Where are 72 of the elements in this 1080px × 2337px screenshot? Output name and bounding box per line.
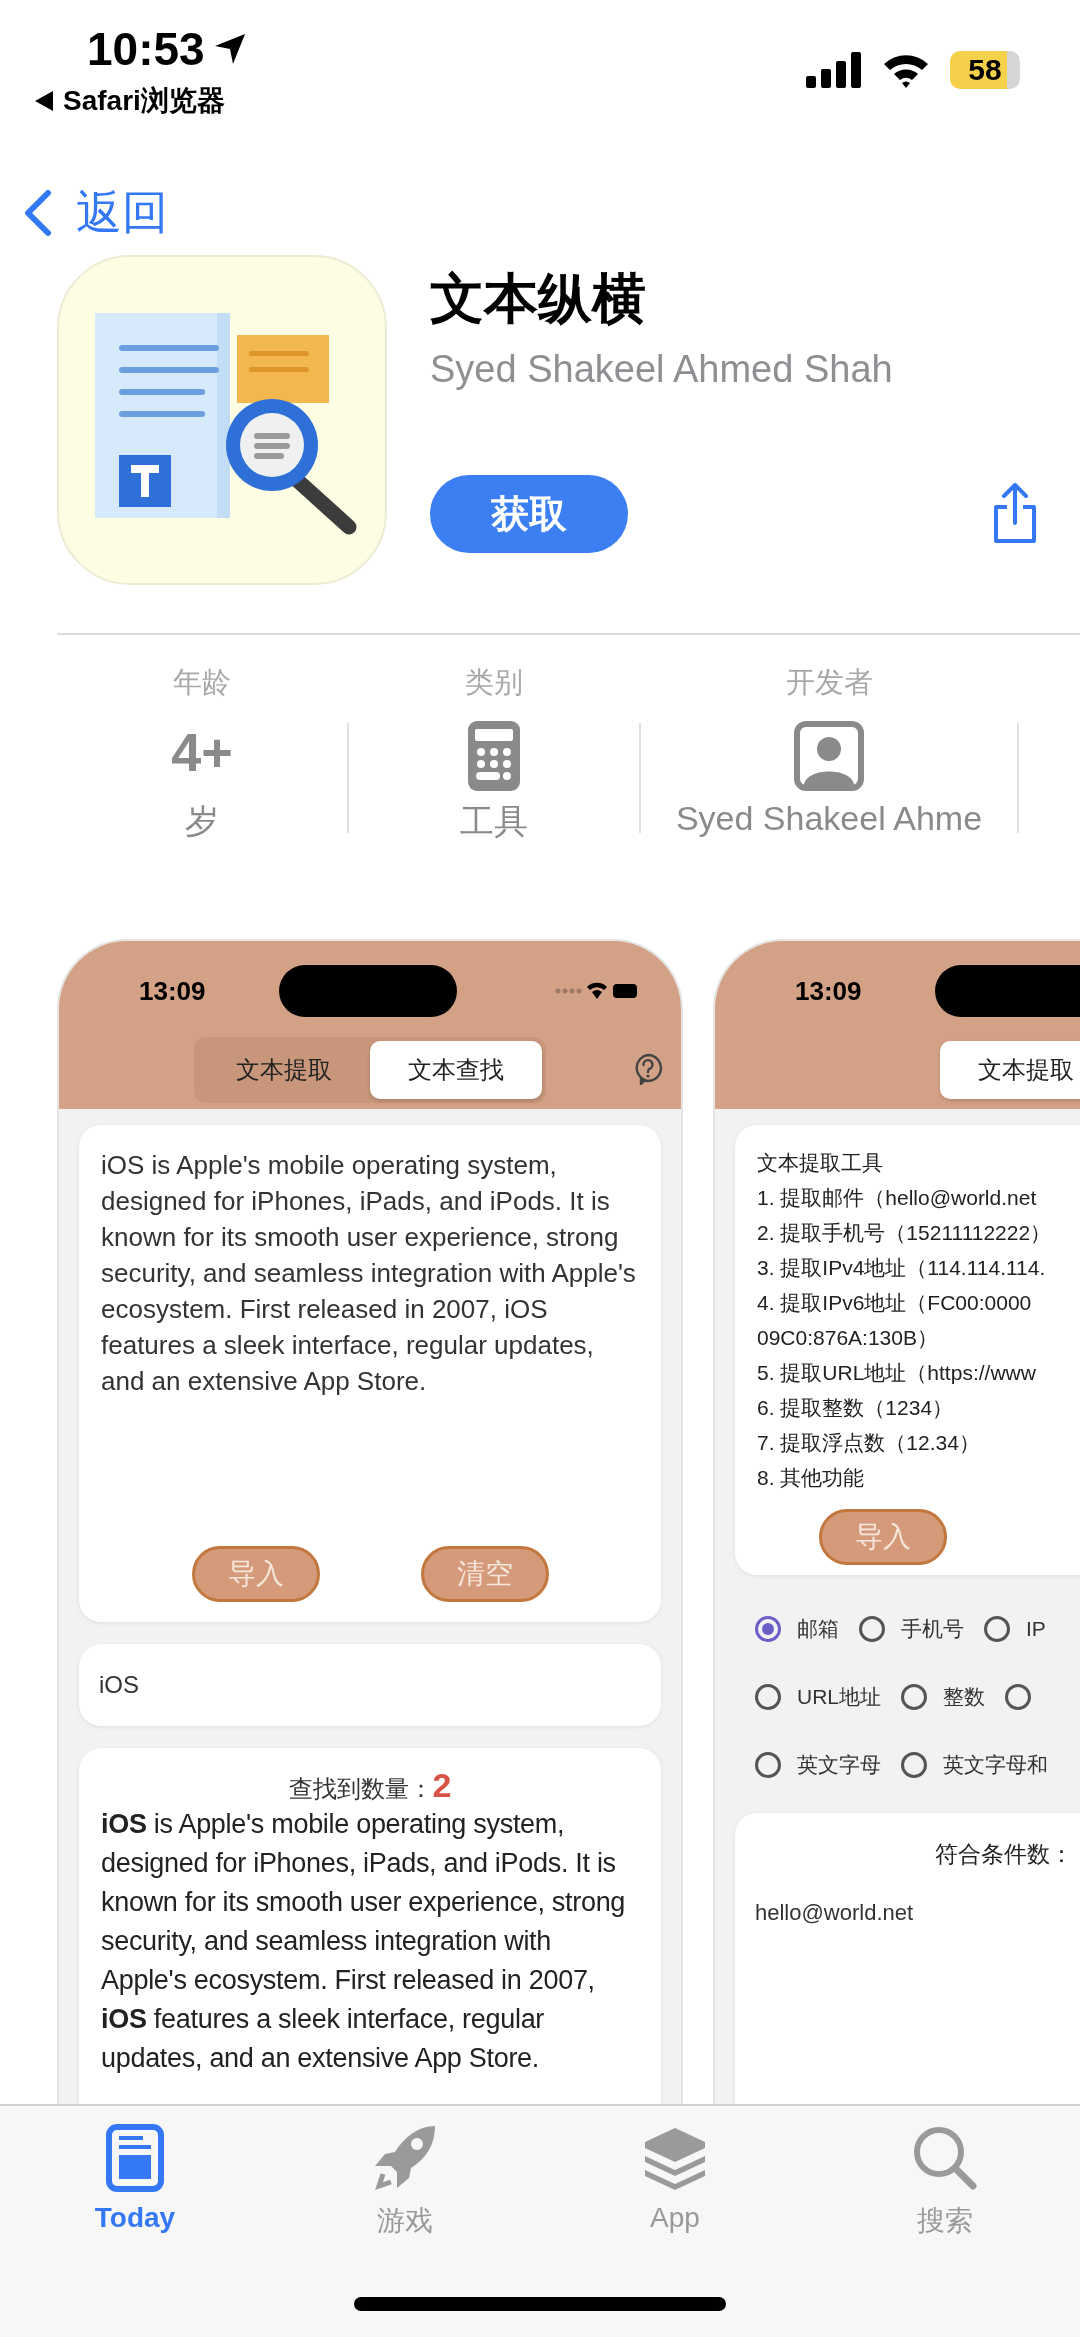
count-value: 2 [432, 1766, 452, 1805]
app-icon [57, 255, 387, 585]
back-button[interactable]: 返回 [24, 181, 168, 244]
radio-label: IP [1026, 1617, 1046, 1641]
wifi-icon [587, 982, 607, 999]
tab-bar-item[interactable]: 游戏 [270, 2106, 540, 2240]
text-line: 4. 提取IPv6地址（FC00:0000 [757, 1290, 1033, 1316]
radio-button[interactable] [1005, 1684, 1031, 1710]
info-label: 年龄 [173, 665, 231, 700]
back-triangle-icon [35, 91, 53, 111]
search-icon[interactable] [911, 2124, 979, 2192]
result-text: iOS is Apple's mobile operating system, designed for iPhones, iPads, and iPods. It is known for its smooth user experience, strong security, and seamless integration with Apple's ecosystem. First released in 2007, iOS features a sleek interface, regular updates, and an extensive App Store. [101, 1808, 627, 2075]
battery-icon: 58 [950, 51, 1020, 89]
radio-button[interactable] [755, 1752, 781, 1778]
dots-icon [555, 988, 582, 994]
text-line: 8. 其他功能 [757, 1465, 866, 1491]
text-line: 5. 提取URL地址（https://www [757, 1360, 1037, 1386]
tan-button[interactable]: 导入 [819, 1509, 947, 1565]
radio-button[interactable] [755, 1684, 781, 1710]
help-icon[interactable] [633, 1053, 663, 1085]
text-line: 文本提取工具 [757, 1150, 884, 1176]
radio-button[interactable] [984, 1616, 1010, 1642]
wifi-icon [882, 52, 930, 88]
today-icon[interactable] [103, 2124, 167, 2192]
phone-time: 13:09 [139, 975, 207, 1007]
text-line: 7. 提取浮点数（12.34） [757, 1430, 981, 1456]
status-time: 10:53 [87, 22, 205, 76]
tab-bar-item[interactable]: Today [0, 2106, 270, 2240]
input-text: iOS is Apple's mobile operating system, designed for iPhones, iPads, and iPods. It is known for its smooth user experience, strong security, and seamless integration with Apple's ecosystem. First released in 2007, iOS features a sleek interface, regular updates, and an extensive App Store. [101, 1149, 637, 1398]
app-screenshot[interactable] [57, 939, 683, 2104]
radio-label: URL地址 [797, 1684, 881, 1710]
radio-label: 整数 [943, 1684, 985, 1710]
text-line: 3. 提取IPv4地址（114.114.114. [757, 1255, 1047, 1281]
text-line: 2. 提取手机号（15211112222） [757, 1220, 1053, 1246]
age-rating: 4+ [171, 721, 233, 784]
segment-tab[interactable]: 文本查找 [370, 1041, 542, 1099]
radio-label: 手机号 [901, 1616, 964, 1642]
chevron-left-icon[interactable] [24, 188, 52, 237]
signal-icon [806, 52, 862, 88]
radio-label: 英文字母和 [943, 1752, 1048, 1778]
segment-tab[interactable]: 文本提取 [198, 1041, 370, 1099]
radio-label: 邮箱 [797, 1616, 839, 1642]
text-line: 1. 提取邮件（hello@world.net [757, 1185, 1038, 1211]
radio-button[interactable] [755, 1616, 781, 1642]
result-item: hello@world.net [755, 1900, 915, 1926]
tan-button[interactable]: 清空 [420, 1546, 549, 1602]
battery-icon [613, 984, 637, 998]
info-caption: 工具 [460, 801, 528, 842]
info-label: 类别 [465, 665, 523, 700]
radio-button[interactable] [859, 1616, 885, 1642]
tan-button[interactable]: 导入 [191, 1546, 320, 1602]
info-caption: Syed Shakeel Ahme [675, 799, 983, 838]
segment-tab[interactable]: 文本提取 [940, 1041, 1080, 1099]
phone-time: 13:09 [795, 975, 863, 1007]
person-icon [794, 721, 864, 791]
radio-button[interactable] [901, 1684, 927, 1710]
text-line: 6. 提取整数（1234） [757, 1395, 955, 1421]
radio-label: 英文字母 [797, 1752, 881, 1778]
count-label: 查找到数量： [288, 1774, 433, 1804]
text-line: 09C0:876A:130B） [757, 1325, 939, 1351]
result-count-label: 符合条件数： [934, 1840, 1074, 1869]
search-field[interactable]: iOS [79, 1644, 661, 1726]
back-app-link[interactable]: Safari浏览器 [63, 82, 225, 120]
tab-bar-item[interactable]: App [540, 2106, 810, 2240]
calculator-icon [468, 721, 520, 791]
app-title: 文本纵横 [430, 267, 647, 330]
tab-bar-item[interactable]: 搜索 [810, 2106, 1080, 2240]
developer-link[interactable]: Syed Shakeel Ahmed Shah [430, 348, 1080, 391]
radio-button[interactable] [901, 1752, 927, 1778]
info-caption: 岁 [185, 801, 219, 842]
get-button[interactable]: 获取 [430, 475, 628, 553]
info-label: 开发者 [785, 665, 873, 700]
